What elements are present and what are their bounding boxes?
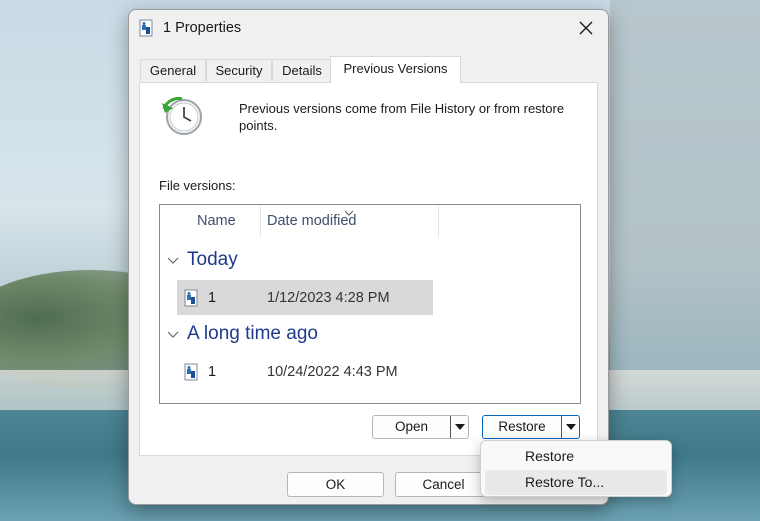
column-header-name[interactable]: Name bbox=[197, 205, 236, 237]
version-date: 10/24/2022 4:43 PM bbox=[267, 363, 398, 380]
tab-general[interactable]: General bbox=[140, 59, 206, 81]
properties-dialog: 1 Properties General Security Details Pr… bbox=[128, 9, 609, 505]
menu-item-restore[interactable]: Restore bbox=[485, 444, 667, 469]
intro-text: Previous versions come from File History… bbox=[239, 101, 565, 133]
file-versions-label: File versions: bbox=[159, 178, 236, 193]
version-date: 1/12/2023 4:28 PM bbox=[267, 289, 390, 306]
tab-details[interactable]: Details bbox=[272, 59, 332, 81]
group-header-long-time-ago[interactable]: A long time ago bbox=[167, 323, 318, 345]
file-versions-list[interactable]: Name Date modified Today 1 1/12/2023 4:2… bbox=[159, 204, 581, 404]
restore-dropdown-arrow[interactable] bbox=[561, 416, 579, 438]
open-dropdown-arrow[interactable] bbox=[450, 416, 468, 438]
restore-split-button[interactable]: Restore bbox=[482, 415, 580, 439]
open-split-button[interactable]: Open bbox=[372, 415, 469, 439]
version-name: 1 bbox=[208, 289, 217, 306]
tab-previous-versions[interactable]: Previous Versions bbox=[330, 56, 461, 83]
version-row[interactable]: 1 10/24/2022 4:43 PM bbox=[177, 354, 433, 389]
file-icon bbox=[182, 363, 200, 381]
ok-button[interactable]: OK bbox=[287, 472, 384, 497]
chevron-down-icon bbox=[167, 249, 179, 271]
group-title: A long time ago bbox=[187, 323, 318, 344]
cancel-button[interactable]: Cancel bbox=[395, 472, 492, 497]
chevron-down-icon bbox=[167, 323, 179, 345]
caret-down-icon bbox=[454, 424, 465, 430]
sort-caret-icon bbox=[344, 205, 354, 219]
group-header-today[interactable]: Today bbox=[167, 249, 238, 271]
caret-down-icon bbox=[565, 424, 576, 430]
column-separator[interactable] bbox=[438, 205, 439, 237]
file-icon bbox=[182, 289, 200, 307]
version-name: 1 bbox=[208, 363, 217, 380]
version-row[interactable]: 1 1/12/2023 4:28 PM bbox=[177, 280, 433, 315]
window-title: 1 Properties bbox=[163, 20, 242, 36]
previous-versions-panel: Previous versions come from File History… bbox=[139, 82, 598, 456]
file-history-clock-icon bbox=[160, 95, 204, 139]
close-button[interactable] bbox=[564, 10, 608, 46]
title-bar: 1 Properties bbox=[129, 10, 608, 48]
close-icon bbox=[579, 21, 593, 35]
open-button-label[interactable]: Open bbox=[373, 416, 450, 438]
tab-security[interactable]: Security bbox=[206, 59, 272, 81]
group-title: Today bbox=[187, 249, 238, 270]
restore-dropdown-menu: Restore Restore To... bbox=[480, 440, 672, 497]
column-separator[interactable] bbox=[260, 205, 261, 237]
file-icon bbox=[137, 19, 155, 37]
menu-item-restore-to[interactable]: Restore To... bbox=[485, 470, 667, 495]
restore-button-label[interactable]: Restore bbox=[483, 416, 561, 438]
